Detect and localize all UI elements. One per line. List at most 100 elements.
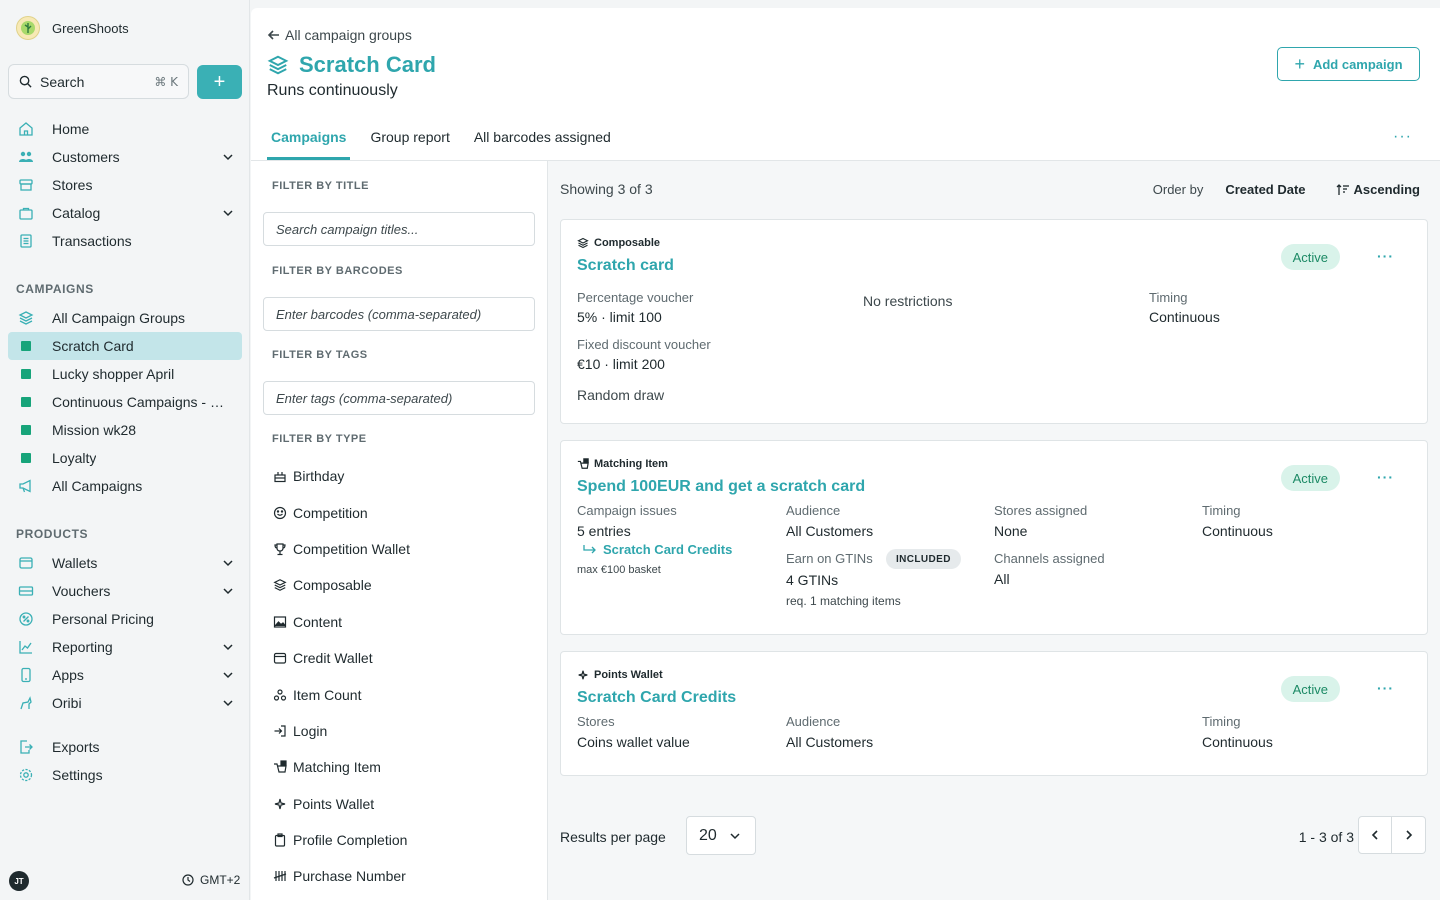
tags-filter-input[interactable] [263, 381, 535, 415]
group-square-icon [18, 450, 34, 466]
sidebar-item-exports[interactable]: Exports [8, 733, 242, 761]
type-item-count[interactable]: Item Count [273, 676, 410, 712]
sidebar-item-all-campaign-groups[interactable]: All Campaign Groups [8, 304, 242, 332]
sidebar-item-apps[interactable]: Apps [8, 661, 242, 689]
matching-item-icon [273, 760, 287, 774]
layers-icon [273, 578, 287, 592]
back-link[interactable]: All campaign groups [267, 27, 412, 43]
type-filter-list: Birthday Competition Competition Wallet … [273, 458, 410, 895]
sidebar-item-oribi[interactable]: Oribi [8, 689, 242, 717]
audience-value: All Customers [786, 523, 874, 539]
main-panel: All campaign groups Scratch Card Runs co… [251, 8, 1440, 900]
wallet-icon [18, 555, 34, 571]
card-more-icon[interactable]: ··· [1377, 680, 1394, 696]
chevron-down-icon[interactable] [222, 151, 234, 163]
mobile-icon [18, 667, 34, 683]
filter-type-label: FILTER BY TYPE [272, 433, 367, 445]
page-title: Scratch Card [267, 52, 436, 78]
search-input[interactable]: Search ⌘ K [8, 64, 189, 99]
campaigns-section-title: CAMPAIGNS [16, 282, 94, 296]
sidebar-item-reporting[interactable]: Reporting [8, 633, 242, 661]
sidebar-item-mission-wk28[interactable]: Mission wk28 [8, 416, 242, 444]
sidebar-item-home[interactable]: Home [8, 115, 242, 143]
card-more-icon[interactable]: ··· [1377, 469, 1394, 485]
chevron-down-icon[interactable] [222, 697, 234, 709]
type-composable[interactable]: Composable [273, 567, 410, 603]
sidebar-item-wallets[interactable]: Wallets [8, 549, 242, 577]
add-campaign-button[interactable]: + Add campaign [1277, 47, 1420, 81]
results-per-page-select[interactable]: 20 [686, 816, 756, 855]
create-button[interactable]: + [197, 65, 242, 99]
barcode-filter-input[interactable] [263, 297, 535, 331]
campaign-card[interactable]: Matching Item Spend 100EUR and get a scr… [560, 440, 1428, 635]
trophy-icon [273, 542, 287, 556]
sidebar-item-catalog[interactable]: Catalog [8, 199, 242, 227]
chevron-down-icon[interactable] [222, 585, 234, 597]
smile-icon [273, 506, 287, 520]
layers-icon [577, 237, 589, 249]
more-options-icon[interactable]: ··· [1393, 128, 1412, 146]
channels-value: All [994, 571, 1010, 587]
type-matching-item[interactable]: Matching Item [273, 749, 410, 785]
stores-label: Stores assigned [994, 503, 1088, 518]
avatar[interactable]: JT [9, 871, 29, 891]
chevron-down-icon[interactable] [222, 207, 234, 219]
campaign-type: Composable [577, 237, 660, 249]
matching-item-icon [577, 458, 589, 469]
tab-all-barcodes[interactable]: All barcodes assigned [470, 122, 615, 160]
campaign-card[interactable]: Composable Scratch card Active ··· Perce… [560, 219, 1428, 424]
sidebar-item-customers[interactable]: Customers [8, 143, 242, 171]
campaign-card[interactable]: Points Wallet Scratch Card Credits Activ… [560, 651, 1428, 776]
gtin-included-pill: INCLUDED [886, 549, 961, 569]
results-panel: Showing 3 of 3 Order by Created Date Asc… [548, 161, 1440, 900]
chevron-down-icon[interactable] [222, 557, 234, 569]
sidebar-item-personal-pricing[interactable]: Personal Pricing [8, 605, 242, 633]
card-more-icon[interactable]: ··· [1377, 248, 1394, 264]
percent-badge-icon [18, 611, 34, 627]
tab-campaigns[interactable]: Campaigns [267, 122, 351, 160]
sidebar-item-vouchers[interactable]: Vouchers [8, 577, 242, 605]
sidebar-item-continuous-campaigns[interactable]: Continuous Campaigns - … [8, 388, 242, 416]
sidebar-item-lucky-shopper[interactable]: Lucky shopper April [8, 360, 242, 388]
tab-group-report[interactable]: Group report [366, 122, 453, 160]
timing-value: Continuous [1149, 309, 1220, 325]
brand[interactable]: GreenShoots [16, 16, 129, 40]
type-points-wallet[interactable]: Points Wallet [273, 786, 410, 822]
campaign-title-link[interactable]: Scratch card [577, 257, 674, 275]
clipboard-icon [273, 833, 287, 847]
type-login[interactable]: Login [273, 713, 410, 749]
sidebar-item-settings[interactable]: Settings [8, 761, 242, 789]
plus-icon: + [1294, 53, 1305, 74]
filter-title-label: FILTER BY TITLE [272, 180, 369, 192]
wallet-icon [273, 651, 287, 665]
campaign-title-link[interactable]: Spend 100EUR and get a scratch card [577, 478, 865, 496]
prev-page-button[interactable] [1358, 816, 1392, 854]
type-birthday[interactable]: Birthday [273, 458, 410, 494]
title-filter-input[interactable] [263, 212, 535, 246]
search-icon [19, 75, 32, 88]
next-page-button[interactable] [1392, 816, 1426, 854]
page-subtitle: Runs continuously [267, 82, 398, 99]
campaign-type: Points Wallet [577, 669, 663, 681]
chevron-down-icon[interactable] [222, 669, 234, 681]
timezone[interactable]: GMT+2 [182, 873, 240, 887]
type-credit-wallet[interactable]: Credit Wallet [273, 640, 410, 676]
timing-label: Timing [1149, 290, 1188, 305]
type-profile-completion[interactable]: Profile Completion [273, 822, 410, 858]
sidebar-item-all-campaigns[interactable]: All Campaigns [8, 472, 242, 500]
chevron-down-icon[interactable] [222, 641, 234, 653]
order-by-field[interactable]: Created Date [1225, 182, 1305, 197]
type-purchase-number[interactable]: Purchase Number [273, 858, 410, 894]
reward-value: €10 · limit 200 [577, 356, 665, 372]
campaign-title-link[interactable]: Scratch Card Credits [577, 689, 736, 707]
sidebar-item-scratch-card[interactable]: Scratch Card [8, 332, 242, 360]
type-content[interactable]: Content [273, 604, 410, 640]
sidebar-item-transactions[interactable]: Transactions [8, 227, 242, 255]
order-direction-toggle[interactable]: Ascending [1336, 182, 1420, 197]
linked-campaign-link[interactable]: Scratch Card Credits [583, 542, 732, 557]
type-competition[interactable]: Competition [273, 494, 410, 530]
sidebar-item-loyalty[interactable]: Loyalty [8, 444, 242, 472]
sidebar-item-stores[interactable]: Stores [8, 171, 242, 199]
type-competition-wallet[interactable]: Competition Wallet [273, 531, 410, 567]
arrow-left-icon [267, 30, 279, 40]
